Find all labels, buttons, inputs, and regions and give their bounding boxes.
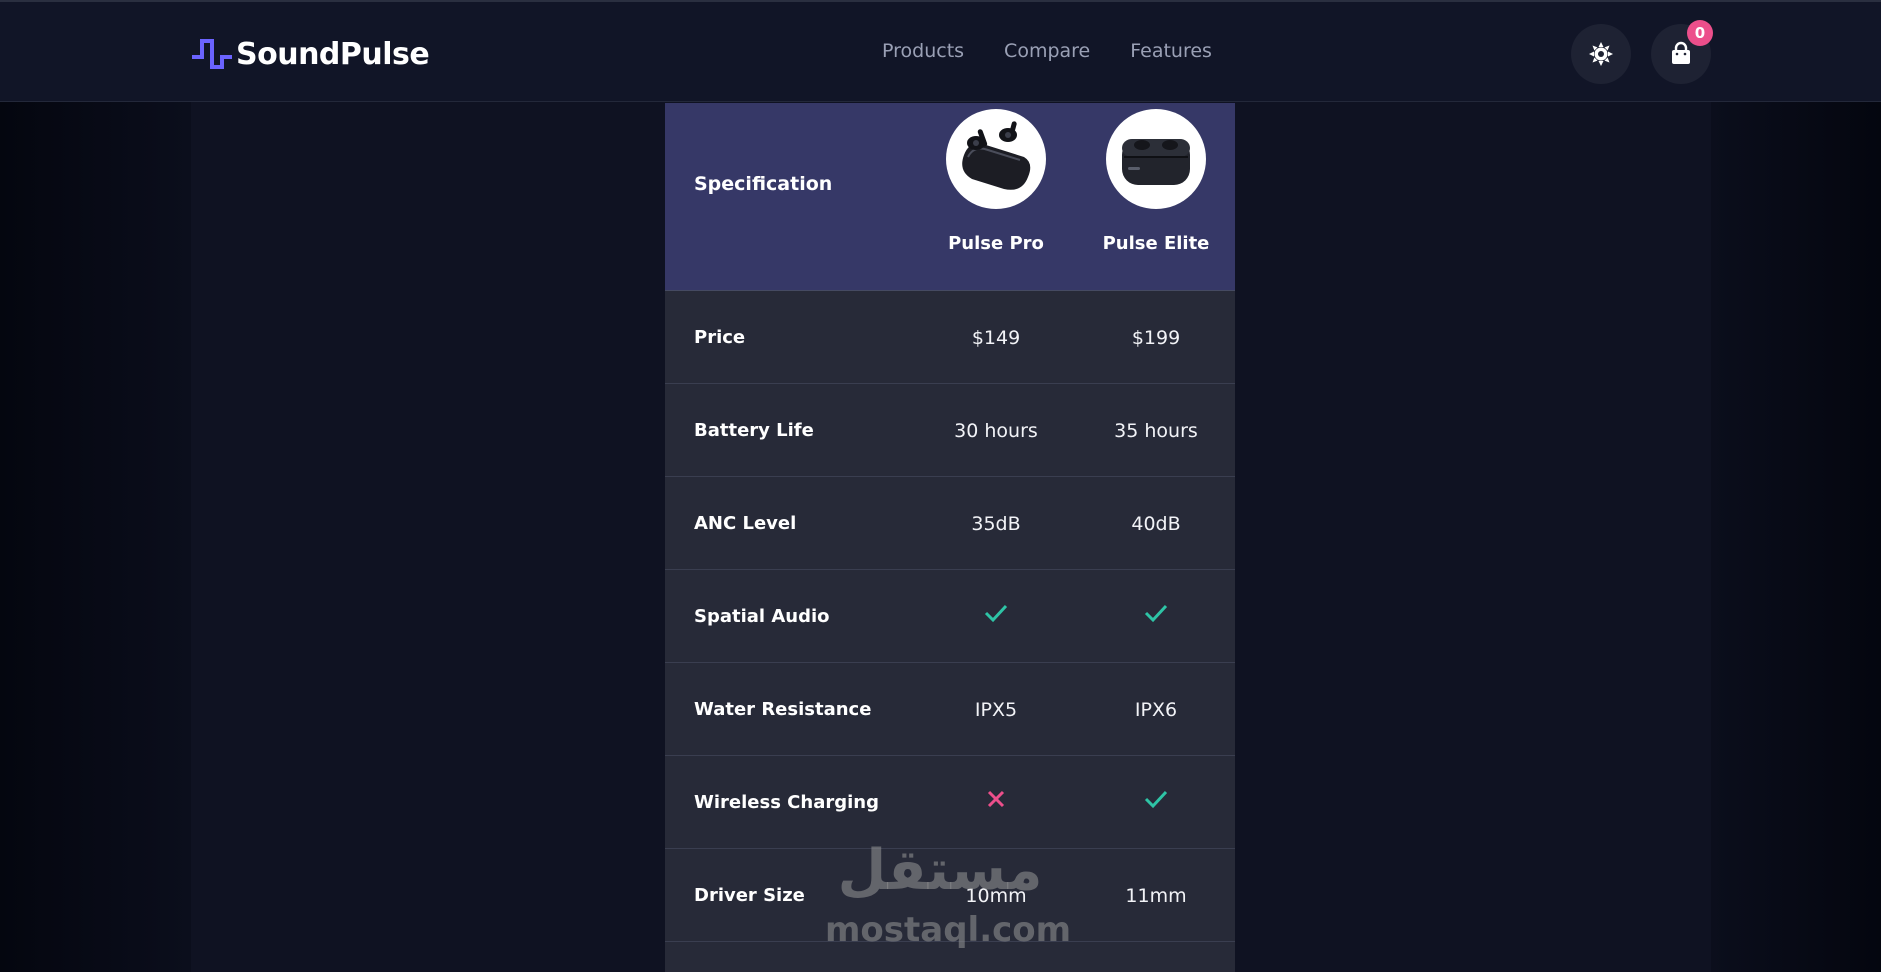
table-row: Wireless Charging bbox=[665, 756, 1235, 849]
brand-logo[interactable]: SoundPulse bbox=[190, 36, 430, 72]
table-row: Water Resistance IPX5 IPX6 bbox=[665, 663, 1235, 756]
pulse-elite-spatial-audio bbox=[1076, 600, 1235, 631]
table-header: Specification Pulse Pro Pulse Elite bbox=[665, 103, 1235, 291]
check-icon bbox=[1144, 790, 1168, 809]
pulse-logo-icon bbox=[192, 39, 232, 69]
pulse-pro-battery: 30 hours bbox=[954, 420, 1038, 442]
navbar: SoundPulse Products Compare Features 0 bbox=[0, 0, 1881, 102]
table-row: Spatial Audio bbox=[665, 570, 1235, 663]
check-icon bbox=[984, 604, 1008, 623]
pulse-pro-wireless-charging bbox=[916, 786, 1076, 817]
shopping-bag-icon bbox=[1672, 41, 1690, 64]
pulse-pro-driver-size: 10mm bbox=[965, 885, 1027, 907]
brand-name: SoundPulse bbox=[236, 36, 430, 72]
main-nav: Products Compare Features bbox=[882, 40, 1212, 62]
pulse-elite-price: $199 bbox=[1131, 327, 1181, 349]
pulse-pro-water-resistance: IPX5 bbox=[974, 699, 1018, 721]
table-row: Price $149 $199 bbox=[665, 291, 1235, 384]
row-label: Price bbox=[694, 327, 746, 348]
product-image-pulse-elite bbox=[1106, 109, 1206, 209]
nav-products[interactable]: Products bbox=[882, 40, 964, 62]
pulse-pro-anc: 35dB bbox=[971, 513, 1021, 535]
row-label: ANC Level bbox=[694, 513, 797, 534]
sun-icon bbox=[1589, 42, 1613, 66]
row-label: Driver Size bbox=[694, 885, 805, 906]
product-column-pulse-pro: Pulse Pro bbox=[916, 109, 1076, 254]
theme-toggle-button[interactable] bbox=[1571, 24, 1631, 84]
cart-count-badge: 0 bbox=[1687, 20, 1713, 46]
pulse-pro-price: $149 bbox=[971, 327, 1021, 349]
nav-compare[interactable]: Compare bbox=[1004, 40, 1090, 62]
earbuds-closed-case-icon bbox=[1122, 139, 1190, 185]
comparison-table: Specification Pulse Pro Pulse Elite Pric… bbox=[665, 103, 1235, 972]
nav-features[interactable]: Features bbox=[1130, 40, 1212, 62]
table-row: ANC Level 35dB 40dB bbox=[665, 477, 1235, 570]
specification-header: Specification bbox=[694, 173, 833, 195]
row-label: Spatial Audio bbox=[694, 606, 830, 627]
cross-icon bbox=[987, 790, 1005, 808]
table-row: Driver Size 10mm 11mm bbox=[665, 849, 1235, 942]
pulse-elite-anc: 40dB bbox=[1131, 513, 1181, 535]
product-name-pulse-pro: Pulse Pro bbox=[948, 233, 1044, 254]
product-image-pulse-pro bbox=[946, 109, 1046, 209]
earbuds-open-case-icon bbox=[962, 121, 1031, 190]
product-column-pulse-elite: Pulse Elite bbox=[1076, 109, 1235, 254]
pulse-pro-spatial-audio bbox=[916, 600, 1076, 631]
pulse-elite-driver-size: 11mm bbox=[1125, 885, 1187, 907]
cart-button[interactable]: 0 bbox=[1651, 20, 1713, 84]
row-label: Battery Life bbox=[694, 420, 814, 441]
check-icon bbox=[1144, 604, 1168, 623]
pulse-elite-water-resistance: IPX6 bbox=[1134, 699, 1178, 721]
product-name-pulse-elite: Pulse Elite bbox=[1102, 233, 1210, 254]
row-label: Wireless Charging bbox=[694, 792, 879, 813]
row-label: Water Resistance bbox=[694, 699, 872, 720]
table-row: Battery Life 30 hours 35 hours bbox=[665, 384, 1235, 477]
pulse-elite-battery: 35 hours bbox=[1114, 420, 1198, 442]
pulse-elite-wireless-charging bbox=[1076, 786, 1235, 817]
